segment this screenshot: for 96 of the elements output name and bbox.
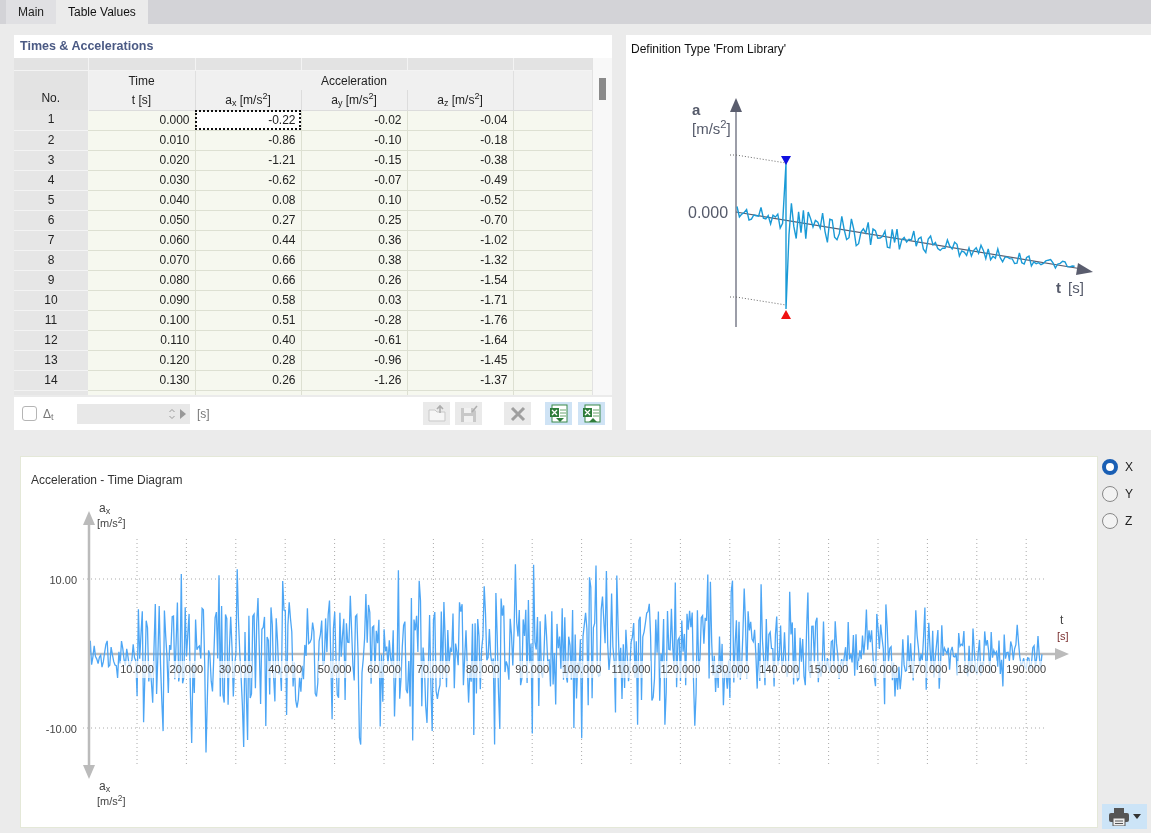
tick-label: 160.000 [858, 661, 898, 678]
axis-unit: [s] [1068, 278, 1084, 298]
spreadsheet-down-icon [548, 404, 569, 423]
table-cell: 0.100 [88, 310, 195, 330]
table-cell: 0.000 [88, 110, 195, 130]
table-cell: 14 [14, 370, 88, 390]
table-cell: 0.120 [88, 350, 195, 370]
axis-unit: [m/s$^{2}$] [97, 515, 126, 531]
play-icon [180, 408, 186, 419]
checkbox-label: Δ$_{t}$ [43, 405, 55, 423]
table-cell: 4 [14, 170, 88, 190]
axis-unit: [m/s$^{2}$] [692, 118, 731, 139]
axis-unit: [m/s$^{2}$] [97, 793, 126, 809]
table-cell: 0.090 [88, 290, 195, 310]
tick-label: 110.000 [611, 661, 651, 678]
table-cell: 0.020 [88, 150, 195, 170]
table-cell: 10 [14, 290, 88, 310]
table-cell: 3 [14, 150, 88, 170]
table-cell: 0.080 [88, 270, 195, 290]
panel-title: Times & Accelerations [14, 35, 612, 58]
column-header: No. [14, 70, 88, 110]
radio-label: Z [1125, 512, 1133, 530]
table-cell: 0.060 [88, 230, 195, 250]
axis-value: 0.000 [688, 203, 729, 223]
tick-label: 190.000 [1006, 661, 1047, 678]
axis-label: a [692, 100, 701, 120]
chart-title: Acceleration - Time Diagram [31, 472, 183, 489]
max-marker-icon [781, 156, 791, 165]
excel-export-button[interactable] [545, 402, 572, 425]
column-header: a$_{y}$ [m/s$^{2}$] [301, 90, 407, 110]
min-marker-icon [781, 310, 791, 319]
excel-import-button[interactable] [578, 402, 605, 425]
unit-label: [s] [197, 405, 210, 423]
tick-label: 130.000 [709, 661, 750, 678]
tab[interactable]: Main [6, 0, 56, 24]
tick-label: 100.000 [561, 661, 602, 678]
tick-label: 70.000 [416, 661, 451, 678]
column-header: a$_{x}$ [m/s$^{2}$] [195, 90, 301, 110]
spreadsheet-up-icon [581, 404, 602, 423]
scrollbar[interactable] [592, 58, 612, 395]
max-leader-line [729, 154, 787, 164]
axis-label: a$_{x}$ [99, 778, 111, 795]
table-cell: 8 [14, 250, 88, 270]
printer-icon [1108, 807, 1129, 826]
table-cell: -0.22 [195, 110, 301, 130]
table-cell: 0.130 [88, 370, 195, 390]
tick-label: 10.00 [49, 573, 77, 588]
table-cell: 0.040 [88, 190, 195, 210]
table-cell: 7 [14, 230, 88, 250]
table-cell: 5 [14, 190, 88, 210]
tick-label: 120.000 [660, 661, 701, 678]
tick-label: 50.000 [317, 661, 352, 678]
tick-label: 140.000 [759, 661, 800, 678]
radio-label: Y [1125, 485, 1133, 503]
tick-label: 150.000 [808, 661, 849, 678]
table-cell: 2 [14, 130, 88, 150]
tick-label: 60.000 [367, 661, 401, 678]
tick-label: 40.000 [268, 661, 302, 678]
table-cell: 13 [14, 350, 88, 370]
floppy-disk-icon [458, 404, 479, 423]
table-cell: 0.070 [88, 250, 195, 270]
folder-arrow-icon [426, 404, 447, 423]
column-header: a$_{z}$ [m/s$^{2}$] [407, 90, 513, 110]
diagram-title: Definition Type 'From Library' [631, 41, 787, 58]
radio-button[interactable] [1102, 512, 1118, 529]
table-cell: 1 [14, 110, 88, 130]
tick-label: 170.000 [907, 661, 948, 678]
table-cell: 9 [14, 270, 88, 290]
table-cell: 0.110 [88, 330, 195, 350]
tick-label: -10.00 [45, 722, 77, 737]
axis-label: t [1056, 278, 1061, 298]
table-cell: 0.010 [88, 130, 195, 150]
table-cell: 6 [14, 210, 88, 230]
table-cell: 0.030 [88, 170, 195, 190]
radio-button[interactable] [1102, 458, 1118, 475]
caret-icon [1132, 814, 1141, 819]
tick-label: 80.000 [465, 661, 500, 678]
tick-label: 90.000 [515, 661, 549, 678]
axis-label: t [1060, 612, 1064, 629]
spin-arrows-icon [169, 407, 175, 420]
tick-label: 30.000 [218, 661, 253, 678]
axis-unit: [s] [1057, 629, 1069, 644]
min-leader-line [729, 296, 787, 306]
tab[interactable]: Table Values [56, 0, 148, 24]
radio-button[interactable] [1102, 485, 1118, 502]
print-button[interactable] [1102, 804, 1147, 829]
checkbox[interactable] [22, 406, 37, 421]
table-cell: 0.050 [88, 210, 195, 230]
tick-label: 10.000 [120, 661, 154, 678]
tick-label: 180.000 [956, 661, 997, 678]
axis-label: a$_{x}$ [99, 500, 111, 517]
table-cell: 12 [14, 330, 88, 350]
table-cell: 11 [14, 310, 88, 330]
radio-label: X [1125, 458, 1133, 476]
column-header: t [s] [88, 90, 195, 110]
tick-label: 20.000 [169, 661, 204, 678]
